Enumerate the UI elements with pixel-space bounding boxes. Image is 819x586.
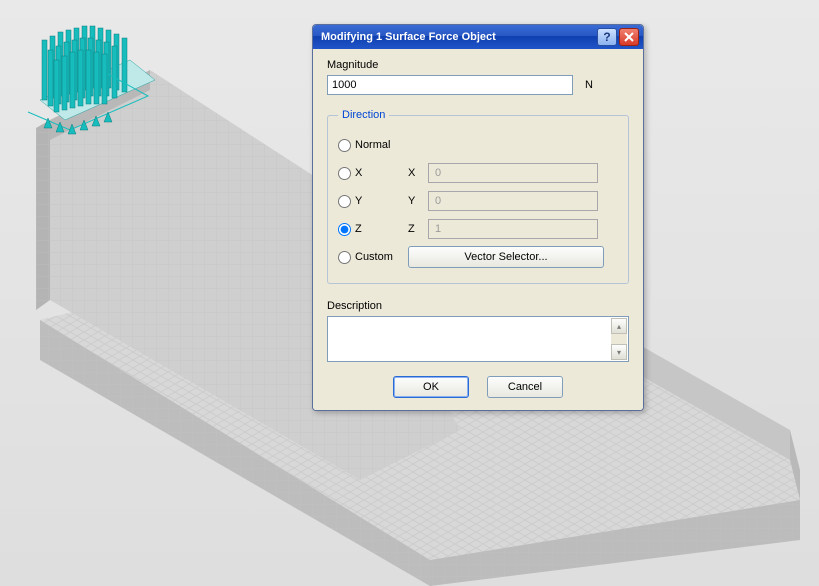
radio-custom-label: Custom <box>355 251 393 263</box>
radio-normal-label: Normal <box>355 139 390 151</box>
radio-z[interactable]: Z <box>338 223 408 236</box>
close-button[interactable] <box>619 28 639 46</box>
vector-x-field <box>428 163 598 183</box>
scroll-down-icon[interactable]: ▾ <box>611 344 627 360</box>
radio-x[interactable]: X <box>338 167 408 180</box>
surface-force-dialog: Modifying 1 Surface Force Object ? Magni… <box>312 24 644 411</box>
axis-y-label: Y <box>408 195 428 207</box>
description-label: Description <box>327 300 629 312</box>
vector-selector-button[interactable]: Vector Selector... <box>408 246 604 268</box>
help-button[interactable]: ? <box>597 28 617 46</box>
radio-y-label: Y <box>355 195 362 207</box>
magnitude-label: Magnitude <box>327 59 629 71</box>
dialog-title: Modifying 1 Surface Force Object <box>321 31 595 43</box>
radio-x-input[interactable] <box>338 167 351 180</box>
vector-y-field <box>428 191 598 211</box>
radio-x-label: X <box>355 167 362 179</box>
cancel-button[interactable]: Cancel <box>487 376 563 398</box>
scroll-up-icon[interactable]: ▴ <box>611 318 627 334</box>
close-icon <box>624 32 634 42</box>
radio-z-input[interactable] <box>338 223 351 236</box>
radio-y-input[interactable] <box>338 195 351 208</box>
radio-normal-input[interactable] <box>338 139 351 152</box>
direction-group: Direction Normal X X Y <box>327 109 629 284</box>
axis-z-label: Z <box>408 223 428 235</box>
radio-custom-input[interactable] <box>338 251 351 264</box>
direction-legend: Direction <box>338 109 389 121</box>
vector-z-field <box>428 219 598 239</box>
radio-z-label: Z <box>355 223 362 235</box>
description-textarea[interactable]: ▴ ▾ <box>327 316 629 362</box>
dialog-titlebar[interactable]: Modifying 1 Surface Force Object ? <box>313 25 643 49</box>
radio-y[interactable]: Y <box>338 195 408 208</box>
radio-custom[interactable]: Custom <box>338 251 408 264</box>
ok-button[interactable]: OK <box>393 376 469 398</box>
axis-x-label: X <box>408 167 428 179</box>
magnitude-input[interactable] <box>327 75 573 95</box>
magnitude-unit: N <box>585 79 593 91</box>
description-scrollbar[interactable]: ▴ ▾ <box>611 318 627 360</box>
radio-normal[interactable]: Normal <box>338 139 408 152</box>
